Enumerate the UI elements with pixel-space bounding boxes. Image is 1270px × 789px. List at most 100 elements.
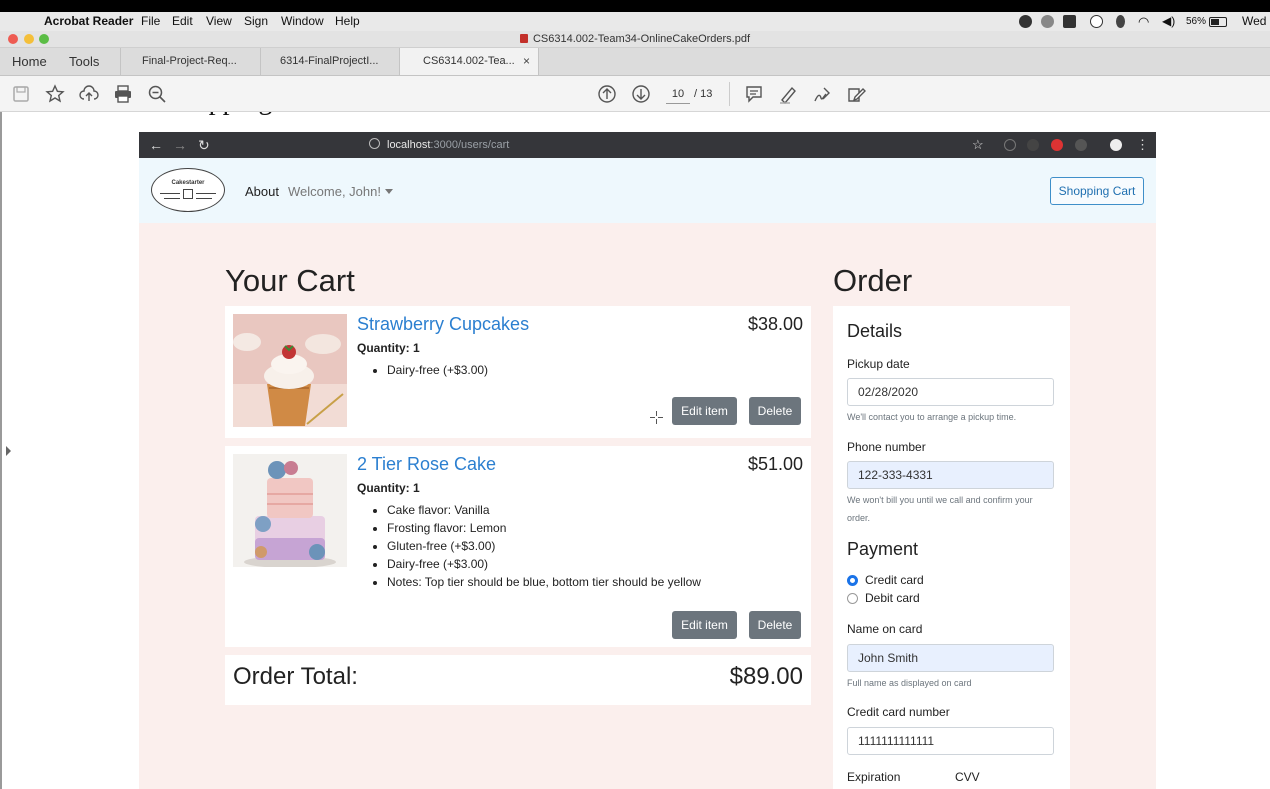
cvv-label: CVV <box>955 770 980 784</box>
expand-left-panel-icon[interactable] <box>6 446 11 456</box>
order-total-label: Order Total: <box>233 663 358 690</box>
delete-item-button[interactable]: Delete <box>749 397 801 425</box>
credit-card-label[interactable]: Credit card <box>865 573 924 587</box>
menu-edit[interactable]: Edit <box>172 12 193 31</box>
tab-doc-final-project-req[interactable]: Final-Project-Req... <box>121 48 261 75</box>
product-option: Gluten-free (+$3.00) <box>387 537 701 555</box>
edit-item-button[interactable]: Edit item <box>672 397 737 425</box>
menu-help[interactable]: Help <box>335 12 360 31</box>
cloud-upload-icon[interactable] <box>78 83 100 105</box>
credit-card-number-input[interactable]: 1111111111111 <box>847 727 1054 755</box>
acrobat-toolbar: 10 / 13 <box>0 76 1270 112</box>
toolbar-divider <box>729 82 730 106</box>
close-tab-icon[interactable]: × <box>523 48 530 75</box>
extension-dark-icon[interactable] <box>1075 139 1087 151</box>
payment-heading: Payment <box>847 539 919 559</box>
site-info-icon[interactable] <box>369 138 380 149</box>
edit-item-button[interactable]: Edit item <box>672 611 737 639</box>
shopping-cart-button[interactable]: Shopping Cart <box>1050 177 1144 205</box>
phone-number-help: We won't bill you until we call and conf… <box>847 495 1033 523</box>
tab-home[interactable]: Home <box>2 48 62 75</box>
creative-cloud-icon[interactable] <box>1019 15 1032 28</box>
zoom-out-icon[interactable] <box>146 83 168 105</box>
logo-line <box>164 198 180 199</box>
comment-icon[interactable] <box>743 83 765 105</box>
product-title-link[interactable]: 2 Tier Rose Cake <box>357 454 496 475</box>
strawberry-cupcakes-image[interactable] <box>233 314 347 427</box>
document-title-text: CS6314.002-Team34-OnlineCakeOrders.pdf <box>532 33 751 45</box>
tab-doc-cs6314-team[interactable]: CS6314.002-Tea... × <box>400 48 539 75</box>
save-icon[interactable] <box>10 83 32 105</box>
bluetooth-icon[interactable] <box>1116 15 1125 28</box>
tab-tools[interactable]: Tools <box>59 48 121 75</box>
extension-red-icon[interactable] <box>1051 139 1063 151</box>
nav-about-link[interactable]: About <box>245 184 279 199</box>
bookmark-star-icon[interactable] <box>44 83 66 105</box>
logo-text: Cakestarter <box>171 180 205 186</box>
logo-line <box>196 198 212 199</box>
credit-card-radio[interactable] <box>847 575 858 586</box>
site-navbar: Cakestarter About Welcome, John! Shoppin… <box>139 158 1156 223</box>
app-name-menu[interactable]: Acrobat Reader <box>44 12 133 31</box>
globe-icon[interactable] <box>1041 15 1054 28</box>
volume-icon[interactable]: ◀) <box>1162 12 1175 31</box>
order-title: Order <box>833 263 913 298</box>
forward-arrow-icon[interactable]: → <box>173 136 187 154</box>
name-on-card-input[interactable]: John Smith <box>847 644 1054 672</box>
debit-card-label[interactable]: Debit card <box>865 591 920 605</box>
reload-icon[interactable]: ↻ <box>198 136 210 154</box>
delete-item-button[interactable]: Delete <box>749 611 801 639</box>
back-arrow-icon[interactable]: ← <box>149 136 163 154</box>
airplay-icon[interactable] <box>1063 15 1076 28</box>
product-options-list: Cake flavor: Vanilla Frosting flavor: Le… <box>371 501 701 591</box>
url-host: localhost <box>387 139 431 151</box>
welcome-label: Welcome, John! <box>288 184 381 199</box>
print-icon[interactable] <box>112 83 134 105</box>
credit-card-number-label: Credit card number <box>847 705 950 719</box>
browser-menu-icon[interactable]: ⋮ <box>1136 136 1149 154</box>
menu-window[interactable]: Window <box>281 12 324 31</box>
menu-view[interactable]: View <box>206 12 232 31</box>
product-price: $51.00 <box>747 454 803 474</box>
order-form: Details Pickup date 02/28/2020 We'll con… <box>833 306 1070 789</box>
cakestarter-logo[interactable]: Cakestarter <box>151 168 225 212</box>
left-panel-edge <box>0 112 2 789</box>
product-price: $38.00 <box>747 314 803 334</box>
edit-pdf-icon[interactable] <box>845 83 867 105</box>
extension-info-icon[interactable] <box>1004 139 1016 151</box>
menu-file[interactable]: File <box>141 12 160 31</box>
tab-doc-6314-final-project[interactable]: 6314-FinalProjectI... <box>261 48 400 75</box>
pdf-file-icon <box>519 34 528 43</box>
cart-item-card: 2 Tier Rose Cake $51.00 Quantity: 1 Cake… <box>225 446 811 647</box>
phone-number-input[interactable]: 122-333-4331 <box>847 461 1054 489</box>
time-machine-icon[interactable] <box>1090 15 1103 28</box>
window-title-bar: CS6314.002-Team34-OnlineCakeOrders.pdf <box>0 31 1270 48</box>
product-title-link[interactable]: Strawberry Cupcakes <box>357 314 529 335</box>
sign-icon[interactable] <box>811 83 833 105</box>
address-bar[interactable]: localhost:3000/users/cart <box>369 132 509 158</box>
battery-icon[interactable] <box>1209 17 1227 27</box>
profile-avatar-icon[interactable] <box>1110 139 1122 151</box>
battery-percent: 56% <box>1186 16 1207 27</box>
phone-number-label: Phone number <box>847 440 926 454</box>
tab-bar: Home Tools Final-Project-Req... 6314-Fin… <box>0 48 1270 76</box>
bookmark-star-icon[interactable]: ☆ <box>972 136 984 154</box>
next-page-icon[interactable] <box>630 83 652 105</box>
name-on-card-label: Name on card <box>847 622 923 636</box>
highlight-pen-icon[interactable] <box>777 83 799 105</box>
extension-grey-icon[interactable] <box>1027 139 1039 151</box>
clock-day[interactable]: Wed <box>1242 12 1266 31</box>
debit-card-radio[interactable] <box>847 593 858 604</box>
caret-down-icon <box>384 189 393 194</box>
logo-line <box>196 193 216 194</box>
menu-sign[interactable]: Sign <box>244 12 268 31</box>
page-number-input[interactable]: 10 <box>666 85 690 104</box>
pickup-date-input[interactable]: 02/28/2020 <box>847 378 1054 406</box>
product-option: Dairy-free (+$3.00) <box>387 361 488 379</box>
wifi-icon[interactable]: ◠ <box>1138 12 1149 31</box>
previous-page-icon[interactable] <box>596 83 618 105</box>
product-option: Notes: Top tier should be blue, bottom t… <box>387 573 701 591</box>
nav-welcome-dropdown[interactable]: Welcome, John! <box>288 184 393 199</box>
rose-cake-image[interactable] <box>233 454 347 567</box>
cart-title: Your Cart <box>225 263 355 298</box>
